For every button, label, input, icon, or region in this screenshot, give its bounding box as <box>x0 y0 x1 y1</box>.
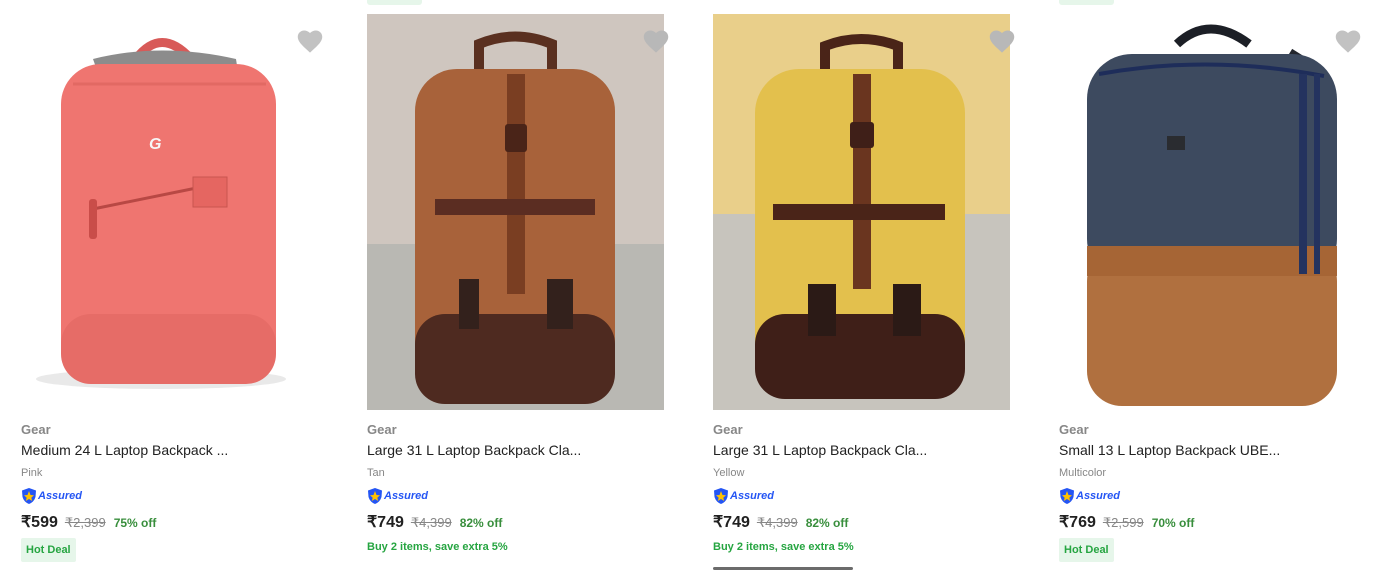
discount-label: 70% off <box>1151 516 1195 530</box>
price-row: ₹749 ₹4,399 82% off <box>367 512 502 532</box>
product-image[interactable]: G <box>21 14 318 410</box>
assured-badge: Assured <box>21 487 82 505</box>
product-brand: Gear <box>1059 422 1089 437</box>
product-image[interactable] <box>367 14 664 410</box>
product-card[interactable]: Gear Large 31 L Laptop Backpack Cla... Y… <box>692 0 1038 570</box>
clipped-text-line <box>713 563 863 570</box>
price-row: ₹769 ₹2,599 70% off <box>1059 512 1194 532</box>
product-brand: Gear <box>713 422 743 437</box>
shield-icon <box>368 488 382 504</box>
product-image[interactable] <box>1059 14 1356 410</box>
discount-label: 82% off <box>459 516 503 530</box>
assured-badge: Assured <box>713 487 774 505</box>
badge-stub <box>367 0 422 5</box>
assured-label: Assured <box>1076 490 1121 502</box>
original-price: ₹2,599 <box>1102 515 1144 530</box>
wishlist-heart-icon[interactable] <box>296 28 324 54</box>
assured-label: Assured <box>730 490 775 502</box>
badge-stub <box>1059 0 1114 5</box>
product-brand: Gear <box>367 422 397 437</box>
shield-icon <box>1060 488 1074 504</box>
product-brand: Gear <box>21 422 51 437</box>
selling-price: ₹599 <box>21 514 58 531</box>
original-price: ₹4,399 <box>756 515 798 530</box>
product-color: Pink <box>21 467 43 479</box>
selling-price: ₹749 <box>367 514 404 531</box>
original-price: ₹2,399 <box>64 515 106 530</box>
product-card[interactable]: Gear Large 31 L Laptop Backpack Cla... T… <box>346 0 692 570</box>
discount-label: 82% off <box>805 516 849 530</box>
product-title[interactable]: Large 31 L Laptop Backpack Cla... <box>713 442 927 458</box>
bulk-offer-text: Buy 2 items, save extra 5% <box>713 541 854 553</box>
bulk-offer-text: Buy 2 items, save extra 5% <box>367 541 508 553</box>
assured-badge: Assured <box>1059 487 1120 505</box>
wishlist-heart-icon[interactable] <box>1334 28 1362 54</box>
shield-icon <box>714 488 728 504</box>
product-color: Tan <box>367 467 385 479</box>
product-title[interactable]: Small 13 L Laptop Backpack UBE... <box>1059 442 1280 458</box>
hot-deal-badge: Hot Deal <box>21 538 76 562</box>
assured-badge: Assured <box>367 487 428 505</box>
hot-deal-badge: Hot Deal <box>1059 538 1114 562</box>
product-title[interactable]: Large 31 L Laptop Backpack Cla... <box>367 442 581 458</box>
product-color: Multicolor <box>1059 467 1107 479</box>
shield-icon <box>22 488 36 504</box>
product-color: Yellow <box>713 467 745 479</box>
wishlist-heart-icon[interactable] <box>642 28 670 54</box>
price-row: ₹599 ₹2,399 75% off <box>21 512 156 532</box>
selling-price: ₹749 <box>713 514 750 531</box>
original-price: ₹4,399 <box>410 515 452 530</box>
wishlist-heart-icon[interactable] <box>988 28 1016 54</box>
price-row: ₹749 ₹4,399 82% off <box>713 512 848 532</box>
discount-label: 75% off <box>113 516 157 530</box>
svg-text:G: G <box>149 136 161 153</box>
assured-label: Assured <box>38 490 83 502</box>
assured-label: Assured <box>384 490 429 502</box>
product-card[interactable]: Gear Small 13 L Laptop Backpack UBE... M… <box>1038 0 1381 570</box>
product-grid: G Gear Medium 24 L Laptop Backpack ... P… <box>0 0 1381 570</box>
selling-price: ₹769 <box>1059 514 1096 531</box>
product-card[interactable]: G Gear Medium 24 L Laptop Backpack ... P… <box>0 0 346 570</box>
product-image[interactable] <box>713 14 1010 410</box>
product-title[interactable]: Medium 24 L Laptop Backpack ... <box>21 442 228 458</box>
